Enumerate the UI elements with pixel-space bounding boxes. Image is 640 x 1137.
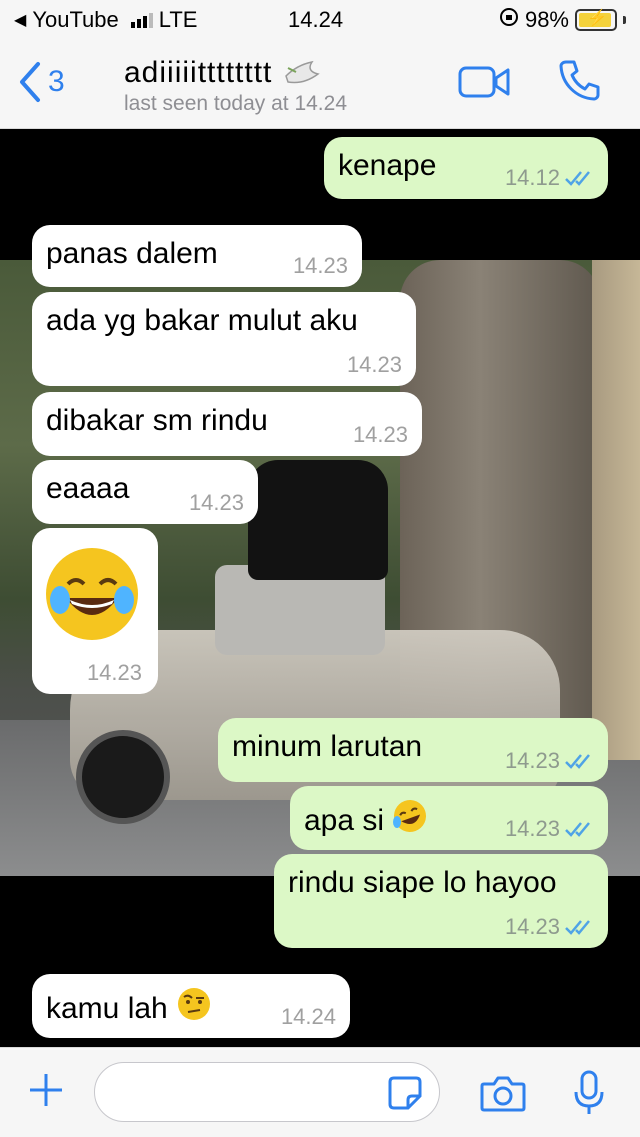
microphone-icon (574, 1070, 604, 1114)
read-ticks-icon (565, 754, 590, 769)
message-bubble[interactable]: ada yg bakar mulut aku 14.23 (32, 292, 416, 386)
back-app-label[interactable]: YouTube (32, 7, 118, 33)
message-time: 14.23 (292, 253, 348, 278)
status-bar: ◀ YouTube LTE 14.24 98% ⚡ (0, 0, 640, 40)
network-label: LTE (158, 7, 198, 32)
back-to-app-icon[interactable]: ◀ (14, 10, 26, 30)
message-bubble[interactable]: kenape 14.12 (324, 137, 608, 199)
message-bubble[interactable]: minum larutan 14.23 (218, 718, 608, 782)
message-time: 14.23 (346, 352, 402, 377)
signal-icon (130, 12, 153, 28)
video-call-button[interactable] (458, 64, 512, 105)
chat-header: 3 adiiiiitttttttt last seen today at 14.… (0, 40, 640, 129)
read-ticks-icon (565, 822, 590, 837)
message-bubble[interactable]: 14.23 (32, 528, 158, 694)
message-bubble[interactable]: dibakar sm rindu 14.23 (32, 392, 422, 456)
message-time: 14.12 (504, 165, 560, 190)
message-time: 14.23 (86, 660, 142, 685)
battery-percent: 98% (524, 7, 569, 32)
chevron-left-icon (20, 62, 40, 102)
message-bubble[interactable]: eaaaa 14.23 (32, 460, 258, 524)
battery-icon: ⚡ (575, 9, 617, 31)
last-seen: last seen today at 14.24 (124, 92, 347, 115)
message-time: 14.23 (188, 490, 244, 515)
voice-call-button[interactable] (556, 56, 604, 109)
message-time: 14.23 (504, 748, 560, 773)
plus-icon (30, 1074, 62, 1106)
status-time: 14.24 (288, 7, 344, 32)
orientation-lock-icon (499, 7, 519, 33)
unread-count: 3 (48, 65, 65, 98)
input-bar (0, 1047, 640, 1137)
message-time: 14.23 (504, 816, 560, 841)
phone-icon (559, 60, 600, 101)
rolling-on-floor-laughing-emoji (393, 800, 427, 832)
message-bubble[interactable]: panas dalem 14.23 (32, 225, 362, 287)
camera-button[interactable] (480, 1074, 526, 1117)
message-bubble[interactable]: rindu siape lo hayoo 14.23 (274, 854, 608, 948)
video-camera-icon (458, 66, 510, 98)
dove-icon (284, 60, 320, 84)
chat-area[interactable]: kenape 14.12 panas dalem 14.23 ada yg ba… (0, 129, 640, 1047)
sticker-button[interactable] (388, 1076, 422, 1115)
message-bubble[interactable]: kamu lah 14.24 (32, 974, 350, 1038)
read-ticks-icon (565, 171, 590, 186)
message-time: 14.24 (280, 1004, 336, 1029)
message-time: 14.23 (504, 914, 560, 939)
message-bubble[interactable]: apa si 14.23 (290, 786, 608, 850)
read-ticks-icon (565, 920, 590, 935)
attach-button[interactable] (26, 1070, 66, 1115)
back-button[interactable]: 3 (18, 60, 65, 104)
contact-name[interactable]: adiiiiitttttttt (124, 56, 322, 90)
face-with-raised-eyebrow-emoji (178, 988, 211, 1020)
sticker-icon (388, 1076, 422, 1110)
tears-of-joy-emoji (46, 548, 138, 640)
camera-icon (480, 1076, 526, 1112)
message-time: 14.23 (352, 422, 408, 447)
microphone-button[interactable] (572, 1070, 606, 1121)
